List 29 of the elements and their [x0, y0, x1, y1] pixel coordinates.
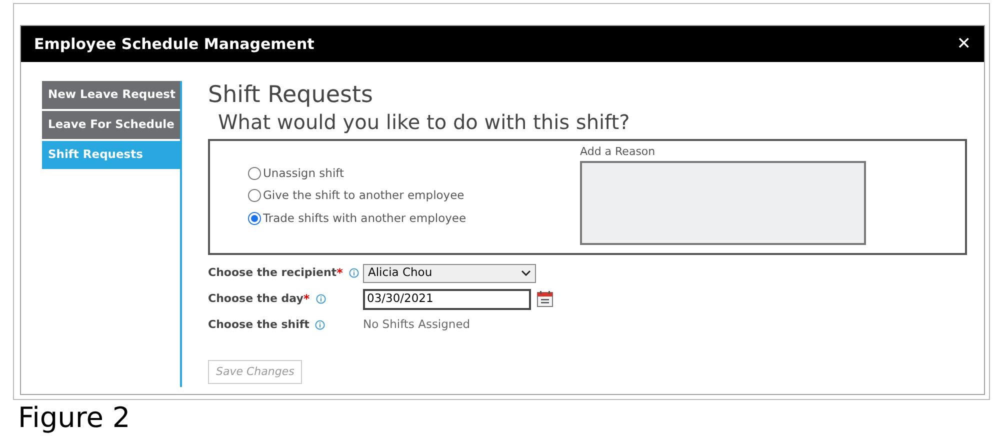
sidebar-item[interactable]: Leave For Schedule [42, 111, 180, 139]
option-label: Give the shift to another employee [263, 187, 464, 204]
info-icon[interactable] [348, 268, 359, 278]
field-label: Choose the recipient [208, 264, 337, 281]
sidebar-item[interactable]: Shift Requests [42, 141, 180, 169]
radio-button[interactable] [248, 167, 261, 180]
field-label: Choose the day [208, 290, 304, 307]
recipient-dropdown[interactable]: Alicia Chou [363, 264, 536, 282]
date-field[interactable]: 03/30/2021 [363, 288, 531, 310]
calendar-icon[interactable] [537, 291, 553, 307]
page-heading: Shift Requests [208, 81, 374, 109]
close-button[interactable]: ✕ [956, 36, 971, 52]
radio-button[interactable] [248, 189, 261, 202]
shift-value: No Shifts Assigned [363, 316, 470, 334]
figure-caption: Figure 2 [18, 402, 130, 434]
question-heading: What would you like to do with this shift? [218, 109, 631, 135]
required-mark: * [303, 291, 310, 308]
reason-label: Add a Reason [580, 144, 656, 160]
reason-field[interactable] [580, 160, 866, 244]
info-icon[interactable] [316, 294, 326, 304]
field-label: Choose the shift [208, 316, 310, 333]
chevron-down-icon[interactable] [521, 270, 531, 276]
required-mark: * [336, 265, 343, 282]
radio-button[interactable] [248, 212, 261, 225]
option-label: Unassign shift [263, 165, 344, 182]
window-title: Employee Schedule Management [34, 34, 314, 55]
sidebar-item[interactable]: New Leave Request [42, 81, 180, 109]
option-label: Trade shifts with another employee [263, 210, 466, 226]
info-icon[interactable] [315, 320, 326, 330]
